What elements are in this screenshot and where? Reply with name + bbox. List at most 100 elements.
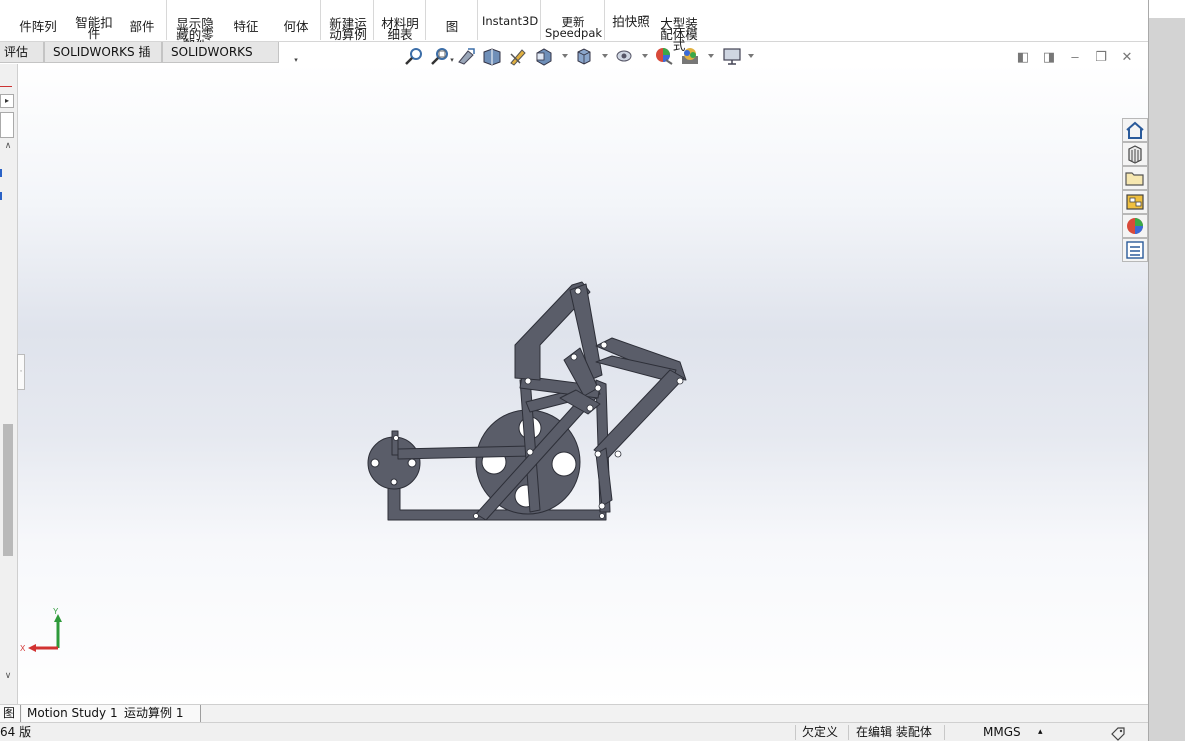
chevron-down-icon[interactable] xyxy=(708,54,714,58)
chevron-down-icon[interactable] xyxy=(602,54,608,58)
task-pane-tabs xyxy=(1122,118,1148,264)
disc-hole xyxy=(390,478,398,486)
heads-up-view-toolbar xyxy=(404,46,760,68)
scroll-up-icon[interactable]: ∧ xyxy=(1,140,15,152)
tab-evaluate[interactable]: 评估 xyxy=(0,42,44,63)
status-bar: 64 版 欠定义 在编辑 装配体 MMGS ▴ xyxy=(0,722,1148,741)
chevron-down-icon[interactable] xyxy=(642,54,648,58)
minimize-icon[interactable]: – xyxy=(1068,50,1082,64)
large-assembly-mode-button[interactable]: 大型装 配体模 式 xyxy=(656,0,702,52)
design-library-icon[interactable] xyxy=(1122,142,1148,166)
new-motion-study-button[interactable]: 新建运 动算例 xyxy=(326,0,370,41)
edit-appearance-icon[interactable] xyxy=(654,46,674,66)
feature-manager-collapsed: ▸ ∧ ◦ ∨ xyxy=(0,64,25,704)
unit-system-caret[interactable]: ▴ xyxy=(1038,723,1043,741)
pin xyxy=(594,450,602,458)
zoom-to-area-icon[interactable] xyxy=(430,46,450,66)
chevron-down-icon[interactable] xyxy=(748,54,754,58)
file-explorer-icon[interactable] xyxy=(1122,166,1148,190)
tree-item-marker xyxy=(0,86,12,91)
pin xyxy=(599,513,605,519)
vertical-scrollbar-thumb[interactable] xyxy=(3,424,13,556)
tile-left-icon[interactable]: ◧ xyxy=(1016,50,1030,64)
tree-marker xyxy=(0,169,2,177)
close-icon[interactable]: ✕ xyxy=(1120,50,1134,64)
splitter-handle[interactable]: ◦ xyxy=(17,354,25,390)
tab-motion-study-cn[interactable]: 运动算例 1 xyxy=(119,705,201,723)
ribbon-divider xyxy=(320,0,321,40)
pin xyxy=(614,450,622,458)
take-snapshot-button[interactable]: 拍快照 xyxy=(609,0,653,34)
ribbon-divider xyxy=(425,0,426,40)
view-settings-icon[interactable] xyxy=(722,46,742,66)
dynamic-annotation-icon[interactable] xyxy=(508,46,528,66)
appearances-icon[interactable] xyxy=(1122,214,1148,238)
apply-scene-icon[interactable] xyxy=(680,46,700,66)
view-palette-icon[interactable] xyxy=(1122,190,1148,214)
disc-hole xyxy=(370,458,380,468)
ribbon-divider xyxy=(540,0,541,40)
pin xyxy=(594,384,602,392)
pin xyxy=(524,377,532,385)
desktop-top xyxy=(1149,0,1185,18)
chevron-down-icon[interactable] xyxy=(562,54,568,58)
pin xyxy=(526,448,534,456)
reference-geometry-button[interactable]: 何体 ▾ xyxy=(280,0,312,64)
command-ribbon: 件阵列 ▾ 智能扣 件 部件 ▾ 显示隐 藏的零 部件 特征 ▾ 何体 ▾ 新建… xyxy=(0,0,1148,64)
zoom-to-fit-icon[interactable] xyxy=(404,46,424,66)
pin xyxy=(598,502,606,510)
ribbon-divider xyxy=(477,0,478,40)
tab-solidworks-addins[interactable]: SOLIDWORKS 插件 xyxy=(44,42,162,79)
ribbon-divider xyxy=(373,0,374,40)
y-label: Y xyxy=(53,607,59,616)
solidworks-window: 件阵列 ▾ 智能扣 件 部件 ▾ 显示隐 藏的零 部件 特征 ▾ 何体 ▾ 新建… xyxy=(0,0,1185,741)
ribbon-divider xyxy=(604,0,605,40)
coordinate-triad: Y X xyxy=(20,607,62,653)
smart-fasteners-button[interactable]: 智能扣 件 xyxy=(72,0,116,40)
update-speedpak-button[interactable]: 更新 Speedpak xyxy=(545,0,602,39)
pin xyxy=(586,404,594,412)
linear-pattern-button[interactable]: 件阵列 ▾ xyxy=(18,0,58,64)
display-style-icon[interactable] xyxy=(574,46,594,66)
assembly-features-button[interactable]: 特征 ▾ xyxy=(230,0,262,64)
status-divider xyxy=(944,725,945,740)
exploded-view-button[interactable]: 图 ▾ xyxy=(440,0,464,64)
status-divider xyxy=(848,725,849,740)
custom-properties-icon[interactable] xyxy=(1122,238,1148,262)
pin xyxy=(473,513,479,519)
tab-solidworks-mbd[interactable]: SOLIDWORKS MBD xyxy=(162,42,279,79)
pin xyxy=(676,377,684,385)
disc-hole xyxy=(407,458,417,468)
home-icon[interactable] xyxy=(1122,118,1148,142)
chevron-right-icon[interactable]: ▸ xyxy=(0,94,14,108)
show-hidden-components-button[interactable]: 显示隐 藏的零 部件 xyxy=(172,0,218,52)
ribbon-divider xyxy=(166,0,167,40)
version-label: 64 版 xyxy=(0,725,32,739)
tab-motion-study-1[interactable]: Motion Study 1 xyxy=(22,705,124,723)
hide-show-icon[interactable] xyxy=(614,46,634,66)
pin xyxy=(393,435,399,441)
assembly-model[interactable]: Y X xyxy=(18,64,1148,704)
tab-model[interactable]: 图 xyxy=(0,705,22,723)
view-orientation-icon[interactable] xyxy=(534,46,554,66)
instant3d-button[interactable]: Instant3D xyxy=(482,0,538,34)
move-component-button[interactable]: 部件 ▾ xyxy=(126,0,158,64)
right-lower-link xyxy=(593,369,685,459)
section-view-icon[interactable] xyxy=(482,46,502,66)
desktop-background xyxy=(1148,0,1185,741)
scroll-down-icon[interactable]: ∨ xyxy=(1,670,15,682)
pin xyxy=(570,353,578,361)
pin xyxy=(574,287,582,295)
flywheel-hole xyxy=(551,451,577,477)
previous-view-icon[interactable] xyxy=(456,46,476,66)
graphics-viewport[interactable]: Y X xyxy=(18,64,1148,704)
tag-icon[interactable] xyxy=(1110,725,1126,741)
status-divider xyxy=(795,725,796,740)
bill-of-materials-button[interactable]: 材料明 细表 xyxy=(378,0,422,41)
tile-right-icon[interactable]: ◨ xyxy=(1042,50,1056,64)
restore-icon[interactable]: ❐ xyxy=(1094,50,1108,64)
panel-handle[interactable] xyxy=(0,112,14,138)
x-label: X xyxy=(20,644,26,653)
x-arrow xyxy=(28,644,36,652)
unit-system[interactable]: MMGS xyxy=(983,723,1021,741)
